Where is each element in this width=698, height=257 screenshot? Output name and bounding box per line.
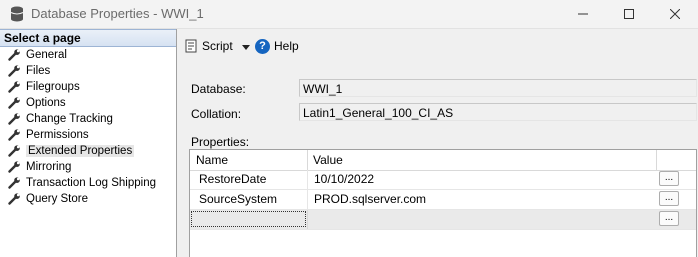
sidebar-item-options[interactable]: Options [0,95,176,111]
database-label: Database: [191,82,246,96]
ellipsis-button[interactable]: ... [659,211,679,226]
sidebar-item-general[interactable]: General [0,47,176,63]
new-property-row[interactable]: ... [190,210,696,230]
sidebar-item-label: Files [26,65,51,77]
close-button[interactable] [652,0,698,28]
property-name-cell[interactable] [191,211,306,227]
column-header-value[interactable]: Value [313,151,343,169]
sidebar-item-query-store[interactable]: Query Store [0,191,176,207]
sidebar-item-extended-properties[interactable]: Extended Properties [0,143,176,159]
script-button[interactable]: Script [184,37,250,55]
collation-label: Collation: [191,107,242,121]
column-header-name[interactable]: Name [196,151,228,169]
properties-label: Properties: [191,135,250,149]
property-name-cell[interactable]: SourceSystem [199,190,277,208]
sidebar-item-label: Change Tracking [26,113,113,125]
properties-grid[interactable]: Name Value RestoreDate 10/10/2022 ... So… [189,149,697,257]
dropdown-arrow-icon[interactable] [241,39,250,53]
collation-field: Latin1_General_100_CI_AS [299,103,697,121]
property-name-cell[interactable]: RestoreDate [199,170,266,188]
toolbar: Script ? Help [177,29,698,63]
sidebar-item-label: Permissions [26,129,89,141]
close-icon [670,9,680,19]
sidebar-item-filegroups[interactable]: Filegroups [0,79,176,95]
sidebar-item-label: General [26,49,67,61]
sidebar-item-transaction-log-shipping[interactable]: Transaction Log Shipping [0,175,176,191]
sidebar-item-label: Filegroups [26,81,80,93]
window-title: Database Properties - WWI_1 [31,6,204,21]
grid-header: Name Value [190,150,696,171]
property-value-cell[interactable]: PROD.sqlserver.com [314,190,426,208]
extended-properties-panel: Database: WWI_1 Collation: Latin1_Genera… [177,63,698,257]
table-row[interactable]: RestoreDate 10/10/2022 ... [190,170,696,190]
database-icon [10,6,24,25]
sidebar-item-label: Mirroring [26,161,72,173]
title-bar: Database Properties - WWI_1 [0,0,698,29]
table-row[interactable]: SourceSystem PROD.sqlserver.com ... [190,190,696,210]
minimize-icon [578,13,588,15]
script-label: Script [202,39,233,53]
sidebar-item-files[interactable]: Files [0,63,176,79]
maximize-icon [624,9,634,19]
script-icon [184,39,198,53]
minimize-button[interactable] [560,0,606,28]
ellipsis-button[interactable]: ... [659,191,679,206]
help-icon: ? [255,38,270,54]
help-button[interactable]: ? Help [255,37,299,55]
page-selector-sidebar: Select a page General Files Filegroups O… [0,29,177,257]
sidebar-item-permissions[interactable]: Permissions [0,127,176,143]
sidebar-item-label: Extended Properties [26,145,135,157]
sidebar-item-label: Options [26,97,66,109]
sidebar-item-label: Transaction Log Shipping [26,177,156,189]
sidebar-item-label: Query Store [26,193,88,205]
sidebar-header: Select a page [0,29,176,47]
wrench-icon [8,193,21,210]
property-value-cell[interactable]: 10/10/2022 [314,170,374,188]
sidebar-item-change-tracking[interactable]: Change Tracking [0,111,176,127]
maximize-button[interactable] [606,0,652,28]
ellipsis-button[interactable]: ... [659,171,679,186]
database-field: WWI_1 [299,79,697,97]
sidebar-item-mirroring[interactable]: Mirroring [0,159,176,175]
help-label: Help [274,39,299,53]
